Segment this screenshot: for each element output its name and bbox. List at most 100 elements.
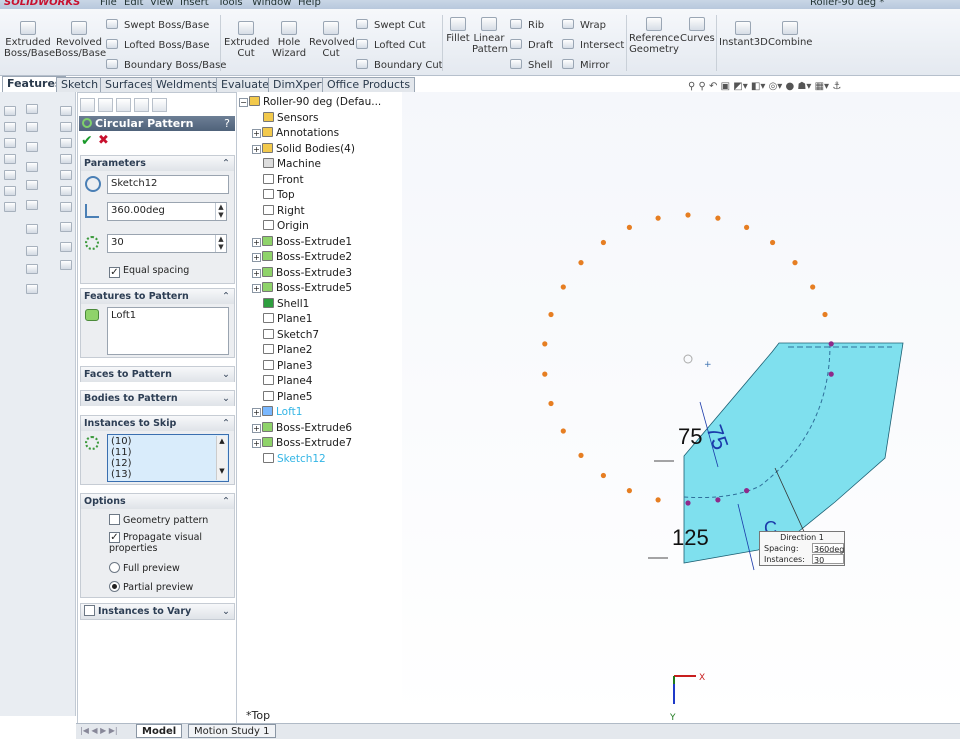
- tree-item[interactable]: Origin: [252, 220, 309, 232]
- list-item[interactable]: (10): [111, 436, 225, 447]
- tab-weldments[interactable]: Weldments: [151, 77, 223, 92]
- checkbox-checked[interactable]: ✓: [109, 532, 120, 543]
- tab-scroll-arrows[interactable]: |◀ ◀ ▶ ▶|: [80, 726, 118, 735]
- collapse-icon[interactable]: ⌃: [222, 289, 230, 304]
- toolbar-icon[interactable]: [4, 186, 16, 196]
- previous-view-icon[interactable]: ↶: [709, 81, 717, 92]
- expand-toggle[interactable]: +: [252, 284, 261, 293]
- anchor-icon[interactable]: ⚓: [832, 81, 841, 92]
- draft-button[interactable]: Draft: [510, 39, 553, 51]
- expand-icon[interactable]: ⌄: [222, 367, 230, 382]
- tree-item[interactable]: + Boss-Extrude3: [252, 266, 352, 279]
- rib-button[interactable]: Rib: [510, 19, 544, 31]
- tab-model[interactable]: Model: [136, 724, 183, 738]
- equal-spacing-checkbox[interactable]: ✓ Equal spacing: [109, 265, 189, 278]
- extruded-boss-button[interactable]: Extruded Boss/Base: [4, 21, 55, 59]
- swept-boss-button[interactable]: Swept Boss/Base: [106, 19, 209, 31]
- menu-view[interactable]: View: [150, 0, 174, 8]
- help-icon[interactable]: ?: [224, 116, 230, 131]
- toolbar-icon[interactable]: [60, 242, 72, 252]
- tree-item[interactable]: + Boss-Extrude7: [252, 437, 352, 449]
- toolbar-icon[interactable]: [60, 202, 72, 212]
- expand-toggle[interactable]: +: [252, 253, 261, 262]
- dimension-75[interactable]: 75: [678, 424, 702, 449]
- faces-header[interactable]: Faces to Pattern ⌄: [81, 367, 234, 382]
- toolbar-icon[interactable]: [4, 122, 16, 132]
- revolved-cut-button[interactable]: Revolved Cut: [309, 21, 355, 59]
- tree-item[interactable]: + Boss-Extrude6: [252, 421, 352, 434]
- bodies-to-pattern-group[interactable]: Bodies to Pattern ⌄: [80, 390, 235, 406]
- intersect-button[interactable]: Intersect: [562, 39, 624, 51]
- lofted-cut-button[interactable]: Lofted Cut: [356, 39, 426, 51]
- ok-button[interactable]: ✔: [81, 133, 93, 149]
- collapse-icon[interactable]: ⌃: [222, 156, 230, 171]
- tree-item[interactable]: + Boss-Extrude2: [252, 251, 352, 263]
- hide-show-icon[interactable]: ◎▾: [769, 81, 783, 92]
- combine-button[interactable]: Combine: [768, 21, 812, 48]
- curves-button[interactable]: Curves: [680, 17, 715, 44]
- extruded-cut-button[interactable]: Extruded Cut: [224, 21, 269, 59]
- menu-tools[interactable]: Tools: [218, 0, 243, 8]
- tab-motion-study[interactable]: Motion Study 1: [188, 724, 276, 738]
- tree-item[interactable]: + Loft1: [252, 406, 302, 418]
- scrollbar[interactable]: ▲ ▼: [216, 436, 227, 480]
- tree-item[interactable]: Front: [252, 173, 304, 186]
- menu-help[interactable]: Help: [298, 0, 321, 8]
- toolbar-icon[interactable]: [4, 170, 16, 180]
- toolbar-icon[interactable]: [4, 202, 16, 212]
- features-list[interactable]: Loft1: [107, 307, 229, 355]
- checkbox-checked[interactable]: ✓: [109, 267, 120, 278]
- menu-file[interactable]: File: [100, 0, 117, 8]
- radio-unselected[interactable]: [109, 562, 120, 573]
- display-manager-tab-icon[interactable]: [152, 98, 167, 112]
- toolbar-icon[interactable]: [60, 106, 72, 116]
- tree-item[interactable]: Machine: [252, 158, 321, 170]
- instances-input[interactable]: 30: [107, 234, 227, 253]
- options-header[interactable]: Options ⌃: [81, 494, 234, 509]
- tab-sketch[interactable]: Sketch: [56, 77, 104, 92]
- instances-spinner[interactable]: ▲ ▼: [215, 235, 226, 252]
- expand-toggle[interactable]: +: [252, 144, 261, 154]
- toolbar-icon[interactable]: [60, 154, 72, 164]
- toolbar-icon[interactable]: [4, 138, 16, 148]
- tree-item[interactable]: + Solid Bodies(4): [252, 142, 355, 155]
- tree-item[interactable]: Sensors: [252, 111, 318, 124]
- section-view-icon[interactable]: ▣: [721, 81, 730, 92]
- toolbar-icon[interactable]: [26, 264, 38, 274]
- fillet-button[interactable]: Fillet: [446, 17, 470, 44]
- callout-spacing-input[interactable]: 360deg: [812, 543, 844, 554]
- graphics-area[interactable]: + 75 75 125 C X Y: [402, 92, 960, 723]
- toolbar-icon[interactable]: [26, 162, 38, 172]
- list-item[interactable]: Loft1: [111, 310, 136, 321]
- dimension-125[interactable]: 125: [672, 525, 709, 550]
- direction-callout[interactable]: Direction 1 Spacing: 360deg Instances: 30: [759, 531, 845, 566]
- toolbar-icon[interactable]: [4, 106, 16, 116]
- tree-item[interactable]: + Annotations: [252, 127, 339, 139]
- feature-tree-tab-icon[interactable]: [80, 98, 95, 112]
- linear-pattern-button[interactable]: Linear Pattern: [472, 17, 508, 55]
- toolbar-icon[interactable]: [60, 222, 72, 232]
- full-preview-radio[interactable]: Full preview: [109, 562, 180, 574]
- expand-toggle[interactable]: −: [239, 98, 248, 107]
- pattern-axis-field[interactable]: Sketch12: [107, 175, 229, 194]
- collapse-icon[interactable]: ⌃: [222, 416, 230, 431]
- tab-office-products[interactable]: Office Products: [322, 77, 416, 92]
- tree-item[interactable]: Plane5: [252, 390, 312, 403]
- tree-item[interactable]: Plane2: [252, 344, 312, 356]
- tree-item[interactable]: − Roller-90 deg (Defau...: [239, 96, 381, 108]
- scene-icon[interactable]: ☗▾: [797, 81, 811, 92]
- toolbar-icon[interactable]: [26, 246, 38, 256]
- toolbar-icon[interactable]: [60, 186, 72, 196]
- mirror-button[interactable]: Mirror: [562, 59, 609, 71]
- toolbar-icon[interactable]: [60, 260, 72, 270]
- wrap-button[interactable]: Wrap: [562, 19, 606, 31]
- shell-button[interactable]: Shell: [510, 59, 552, 71]
- expand-icon[interactable]: ⌄: [222, 604, 230, 619]
- tree-item[interactable]: Right: [252, 204, 305, 217]
- menu-insert[interactable]: Insert: [180, 0, 209, 8]
- angle-input[interactable]: 360.00deg: [107, 202, 227, 221]
- zoom-to-fit-icon[interactable]: ⚲: [688, 81, 695, 92]
- expand-toggle[interactable]: +: [252, 423, 261, 433]
- lofted-boss-button[interactable]: Lofted Boss/Base: [106, 39, 210, 51]
- menu-window[interactable]: Window: [252, 0, 291, 8]
